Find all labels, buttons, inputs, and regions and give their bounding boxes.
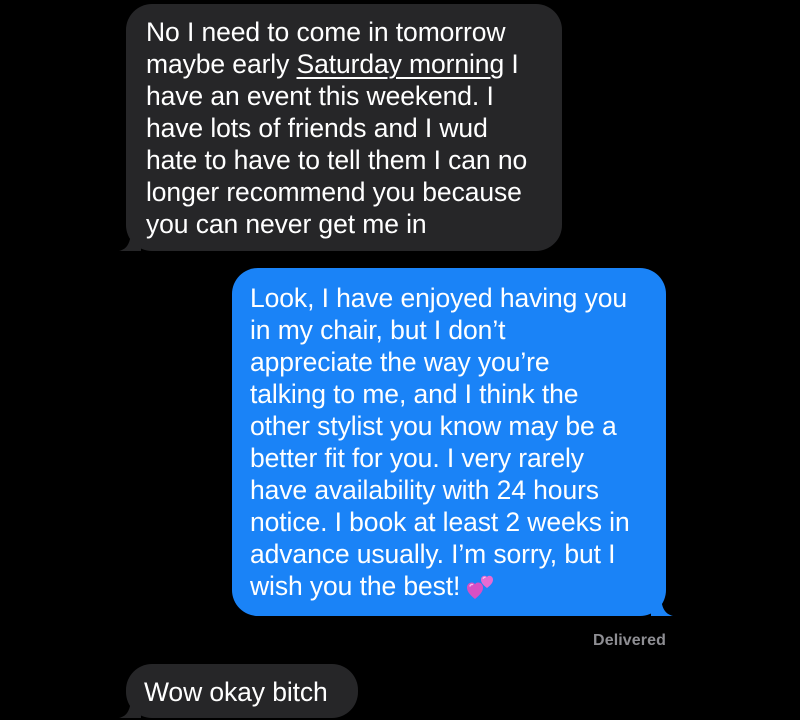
received-message-bubble[interactable]: No I need to come in tomorrow maybe earl…: [119, 4, 562, 251]
message-text: I: [504, 49, 519, 79]
message-text: maybe early: [146, 49, 297, 79]
message-line: wish you the best!: [250, 570, 650, 602]
bubble-tail-icon: [119, 229, 141, 251]
message-line: longer recommend you because: [146, 177, 522, 207]
message-line: Look, I have enjoyed having you: [250, 283, 628, 313]
message-line: maybe early Saturday morning I: [146, 48, 546, 80]
received-message-bubble[interactable]: Wow okay bitch: [119, 664, 358, 718]
sent-message-bubble[interactable]: Look, I have enjoyed having you in my ch…: [232, 268, 673, 616]
message-line: notice. I book at least 2 weeks in: [250, 507, 630, 537]
message-line: in my chair, but I don’t: [250, 315, 506, 345]
message-line: talking to me, and I think the: [250, 379, 579, 409]
message-line: you can never get me in: [146, 209, 427, 239]
message-line: Wow okay bitch: [144, 677, 328, 707]
message-line: advance usually. I’m sorry, but I: [250, 539, 616, 569]
bubble-tail-icon: [119, 696, 141, 718]
message-line: appreciate the way you’re: [250, 347, 550, 377]
message-line: No I need to come in tomorrow: [146, 17, 506, 47]
delivered-status: Delivered: [593, 632, 666, 649]
message-line: better fit for you. I very rarely: [250, 443, 584, 473]
message-line: hate to have to tell them I can no: [146, 145, 528, 175]
message-line: have availability with 24 hours: [250, 475, 599, 505]
message-line: have an event this weekend. I: [146, 81, 494, 111]
bubble-tail-icon: [651, 594, 673, 616]
two-hearts-emoji-icon: [467, 575, 494, 599]
message-line: other stylist you know may be a: [250, 411, 617, 441]
message-text: wish you the best!: [250, 571, 461, 601]
message-line: have lots of friends and I wud: [146, 113, 488, 143]
date-link[interactable]: Saturday morning: [297, 49, 505, 79]
